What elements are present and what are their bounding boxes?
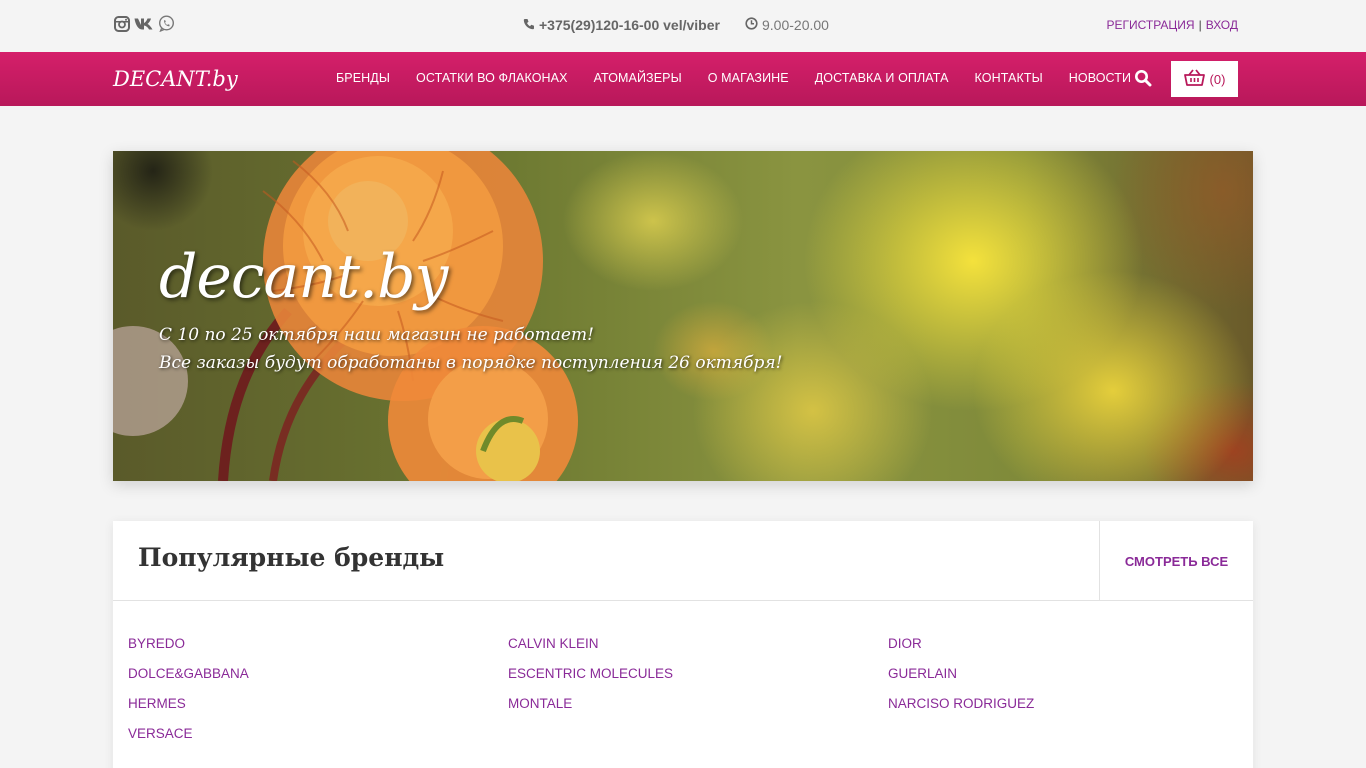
brand-link-dior[interactable]: DIOR [888,636,1248,651]
site-logo[interactable]: DECANT.by [113,67,238,91]
main-menu: БРЕНДЫ ОСТАТКИ ВО ФЛАКОНАХ АТОМАЙЗЕРЫ О … [336,71,1131,85]
login-link[interactable]: Вход [1206,18,1238,32]
brand-link-versace[interactable]: VERSACE [128,726,508,741]
vk-icon[interactable] [134,15,154,32]
top-bar: +375(29)120-16-00 vel/viber 9.00-20.00 Р… [0,0,1366,52]
hero-notice-line-1: С 10 по 25 октября наш магазин не работа… [159,325,594,345]
view-all-button[interactable]: СМОТРЕТЬ ВСЕ [1099,521,1253,601]
basket-icon [1183,69,1205,89]
cart-count: (0) [1209,71,1226,87]
clock-icon [745,17,758,33]
brand-link-calvin-klein[interactable]: CALVIN KLEIN [508,636,888,651]
menu-item-news[interactable]: НОВОСТИ [1069,71,1131,85]
menu-item-about[interactable]: О МАГАЗИНЕ [708,71,789,85]
brand-link-escentric-molecules[interactable]: ESCENTRIC MOLECULES [508,666,888,681]
menu-item-contacts[interactable]: КОНТАКТЫ [975,71,1043,85]
phone-contact: +375(29)120-16-00 vel/viber [523,17,720,33]
menu-item-brands[interactable]: БРЕНДЫ [336,71,390,85]
brand-link-montale[interactable]: MONTALE [508,696,888,711]
search-icon[interactable] [1134,69,1154,89]
menu-item-remainders[interactable]: ОСТАТКИ ВО ФЛАКОНАХ [416,71,568,85]
hours-text: 9.00-20.00 [762,17,829,33]
main-navbar: DECANT.by БРЕНДЫ ОСТАТКИ ВО ФЛАКОНАХ АТО… [0,52,1366,106]
hero-title: decant.by [159,242,448,312]
auth-links: Регистрация | Вход [1106,18,1238,32]
auth-separator: | [1198,18,1202,32]
register-link[interactable]: Регистрация [1106,18,1194,32]
phone-number[interactable]: +375(29)120-16-00 vel/viber [539,17,720,33]
viber-icon[interactable] [158,15,175,32]
phone-icon [523,17,535,33]
hero-text: decant.by С 10 по 25 октября наш магазин… [159,247,783,377]
hero-banner: decant.by С 10 по 25 октября наш магазин… [113,151,1253,481]
brand-link-narciso-rodriguez[interactable]: NARCISO RODRIGUEZ [888,696,1248,711]
brands-header: Популярные бренды СМОТРЕТЬ ВСЕ [113,521,1253,601]
popular-brands-panel: Популярные бренды СМОТРЕТЬ ВСЕ BYREDO CA… [113,521,1253,768]
brands-title: Популярные бренды [138,543,445,572]
instagram-icon[interactable] [113,15,130,32]
brand-link-byredo[interactable]: BYREDO [128,636,508,651]
cart-button[interactable]: (0) [1171,61,1238,97]
menu-item-delivery[interactable]: ДОСТАВКА И ОПЛАТА [815,71,949,85]
brand-list: BYREDO CALVIN KLEIN DIOR DOLCE&GABBANA E… [128,636,1248,741]
social-links [113,15,175,32]
brand-link-hermes[interactable]: HERMES [128,696,508,711]
brand-link-guerlain[interactable]: GUERLAIN [888,666,1248,681]
working-hours: 9.00-20.00 [745,17,829,33]
menu-item-atomizers[interactable]: АТОМАЙЗЕРЫ [594,71,682,85]
brand-link-dolce-gabbana[interactable]: DOLCE&GABBANA [128,666,508,681]
hero-notice-line-2: Все заказы будут обработаны в порядке по… [159,353,783,373]
